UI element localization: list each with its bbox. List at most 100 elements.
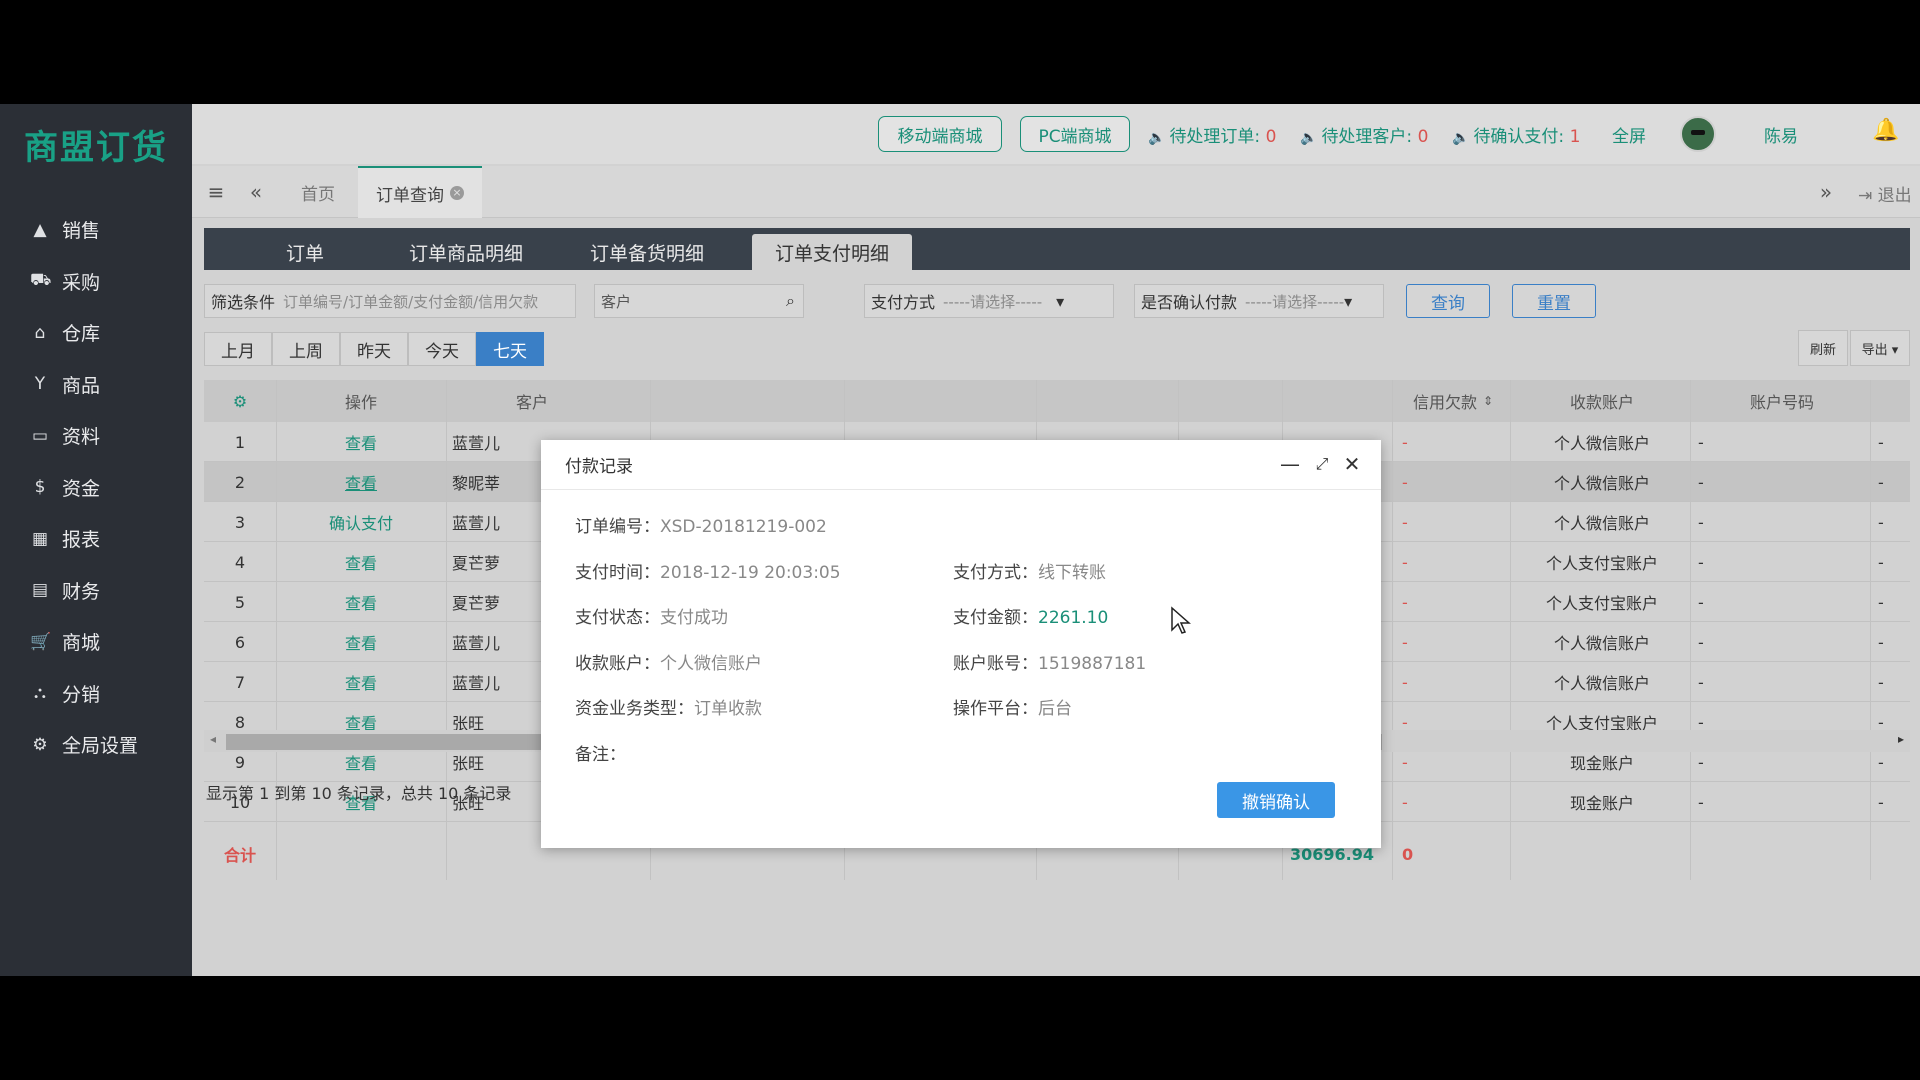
refresh-button[interactable]: 刷新: [1798, 330, 1848, 366]
field-order-no: 订单编号：XSD-20181219-002: [575, 517, 827, 537]
sidebar-item-5[interactable]: $ 资金: [0, 462, 192, 514]
nav-icon: ▤: [31, 580, 49, 601]
modal-header: 付款记录 — ⤢ ✕: [541, 440, 1381, 490]
date-button-0[interactable]: 上月: [204, 332, 272, 366]
minimize-icon[interactable]: —: [1279, 452, 1301, 476]
maximize-icon[interactable]: ⤢: [1311, 453, 1333, 475]
sidebar-item-2[interactable]: ⌂ 仓库: [0, 307, 192, 359]
sub-tab-3[interactable]: 订单支付明细: [752, 234, 912, 270]
header-op: 操作: [344, 393, 377, 412]
logout-link[interactable]: ⇥ 退出: [1858, 181, 1912, 206]
sidebar-item-3[interactable]: Y 商品: [0, 359, 192, 411]
cell-op[interactable]: 查看: [276, 662, 446, 702]
date-button-4[interactable]: 七天: [476, 332, 544, 366]
sidebar-item-7[interactable]: ▤ 财务: [0, 565, 192, 617]
cell-account-no: -: [1698, 552, 1704, 572]
sidebar-item-4[interactable]: ▭ 资料: [0, 410, 192, 462]
speaker-icon: 🔈: [1300, 130, 1318, 146]
cell-extra: -: [1878, 512, 1884, 532]
sidebar-item-8[interactable]: 🛒 商城: [0, 616, 192, 668]
sidebar-nav: ▲ 销售 ⛟ 采购 ⌂ 仓库 Y 商品 ▭ 资料 $ 资金 ▦ 报表 ▤ 财务 🛒 商城 ⛬ 分销 ⚙ 全局设置: [0, 204, 192, 771]
cell-op[interactable]: 查看: [276, 462, 446, 502]
nav-icon: ⌂: [34, 322, 46, 343]
sub-tab-1[interactable]: 订单商品明细: [382, 234, 550, 270]
customer-search-input[interactable]: 客户 ⌕: [594, 284, 804, 318]
cell-credit: -: [1402, 472, 1408, 492]
sidebar-item-label: 商城: [62, 632, 101, 655]
cell-op[interactable]: 查看: [276, 422, 446, 462]
nav-icon: ⚙: [32, 734, 48, 755]
letterbox-bottom: [0, 976, 1920, 1080]
settings-gear-icon[interactable]: ⚙: [204, 380, 276, 422]
mobile-mall-button[interactable]: 移动端商城: [878, 116, 1002, 152]
column-divider: [1510, 380, 1511, 880]
tab-order-query[interactable]: 订单查询 ×: [358, 166, 482, 218]
sidebar-item-6[interactable]: ▦ 报表: [0, 513, 192, 565]
cell-op[interactable]: 查看: [276, 542, 446, 582]
search-icon[interactable]: ⌕: [786, 291, 795, 311]
query-button[interactable]: 查询: [1406, 284, 1490, 318]
scroll-right-icon[interactable]: »: [1812, 178, 1840, 206]
cell-account: 个人支付宝账户: [1545, 594, 1658, 613]
speaker-icon: 🔈: [1452, 130, 1470, 146]
top-header: 移动端商城 PC端商城 🔈 待处理订单: 0 🔈 待处理客户: 0 🔈 待确认支付: …: [192, 104, 1920, 164]
field-account: 收款账户：个人微信账户: [575, 654, 762, 674]
cell-account: 个人微信账户: [1553, 634, 1650, 653]
field-remark: 备注：: [575, 745, 626, 765]
tab-home[interactable]: 首页: [284, 166, 352, 218]
sub-tab-0[interactable]: 订单: [240, 234, 370, 270]
cell-account-no: -: [1698, 792, 1704, 812]
payment-record-modal: 付款记录 — ⤢ ✕ 订单编号：XSD-20181219-002 支付时间：20…: [541, 440, 1381, 848]
cell-account-no: -: [1698, 472, 1704, 492]
cell-op[interactable]: 查看: [276, 622, 446, 662]
scroll-right-arrow-icon[interactable]: ▸: [1898, 732, 1904, 746]
cell-extra: -: [1878, 792, 1884, 812]
bell-icon[interactable]: 🔔: [1872, 118, 1899, 143]
filter-input[interactable]: 筛选条件 订单编号/订单金额/支付金额/信用欠款: [204, 284, 576, 318]
cell-credit: -: [1402, 552, 1408, 572]
sidebar-item-9[interactable]: ⛬ 分销: [0, 668, 192, 720]
avatar[interactable]: [1680, 116, 1716, 152]
speaker-icon: 🔈: [1148, 130, 1166, 146]
sidebar-item-0[interactable]: ▲ 销售: [0, 204, 192, 256]
cell-op[interactable]: 确认支付: [276, 502, 446, 542]
user-name[interactable]: 陈易: [1764, 122, 1798, 147]
date-button-3[interactable]: 今天: [408, 332, 476, 366]
column-divider: [1870, 380, 1871, 880]
sidebar-item-10[interactable]: ⚙ 全局设置: [0, 719, 192, 771]
pagination-info: 显示第 1 到第 10 条记录，总共 10 条记录: [206, 784, 512, 803]
column-divider: [276, 380, 277, 880]
cell-credit: -: [1402, 592, 1408, 612]
pending-orders-status[interactable]: 🔈 待处理订单: 0: [1148, 122, 1276, 147]
letterbox-top: [0, 0, 1920, 104]
header-credit[interactable]: 信用欠款 ⇕: [1394, 380, 1512, 422]
field-pay-time: 支付时间：2018-12-19 20:03:05: [575, 563, 841, 583]
header-account: 收款账户: [1569, 393, 1634, 412]
pay-method-select[interactable]: 支付方式 -----请选择----- ▾: [864, 284, 1114, 318]
sort-icon: ⇕: [1482, 394, 1494, 408]
pending-customers-status[interactable]: 🔈 待处理客户: 0: [1300, 122, 1428, 147]
nav-icon: ▦: [31, 528, 49, 549]
close-icon[interactable]: ✕: [1341, 452, 1363, 476]
cell-credit: -: [1402, 672, 1408, 692]
export-button[interactable]: 导出 ▾: [1850, 330, 1910, 366]
date-button-1[interactable]: 上周: [272, 332, 340, 366]
cell-account: 现金账户: [1569, 794, 1634, 813]
fullscreen-link[interactable]: 全屏: [1612, 122, 1646, 147]
field-account-no: 账户账号：1519887181: [953, 654, 1147, 674]
close-tab-icon[interactable]: ×: [450, 186, 464, 200]
date-button-2[interactable]: 昨天: [340, 332, 408, 366]
header-account-no: 账户号码: [1749, 393, 1814, 412]
sidebar-item-1[interactable]: ⛟ 采购: [0, 256, 192, 308]
confirmed-select[interactable]: 是否确认付款 -----请选择----- ▾: [1134, 284, 1384, 318]
scroll-left-icon[interactable]: «: [242, 178, 270, 206]
pc-mall-button[interactable]: PC端商城: [1020, 116, 1130, 152]
nav-icon: ⛬: [34, 683, 46, 704]
cancel-confirm-button[interactable]: 撤销确认: [1217, 782, 1335, 818]
scroll-left-arrow-icon[interactable]: ◂: [210, 732, 216, 746]
menu-toggle-icon[interactable]: ≡: [202, 178, 230, 206]
pending-payment-status[interactable]: 🔈 待确认支付: 1: [1452, 122, 1580, 147]
cell-op[interactable]: 查看: [276, 582, 446, 622]
reset-button[interactable]: 重置: [1512, 284, 1596, 318]
sub-tab-2[interactable]: 订单备货明细: [552, 234, 742, 270]
